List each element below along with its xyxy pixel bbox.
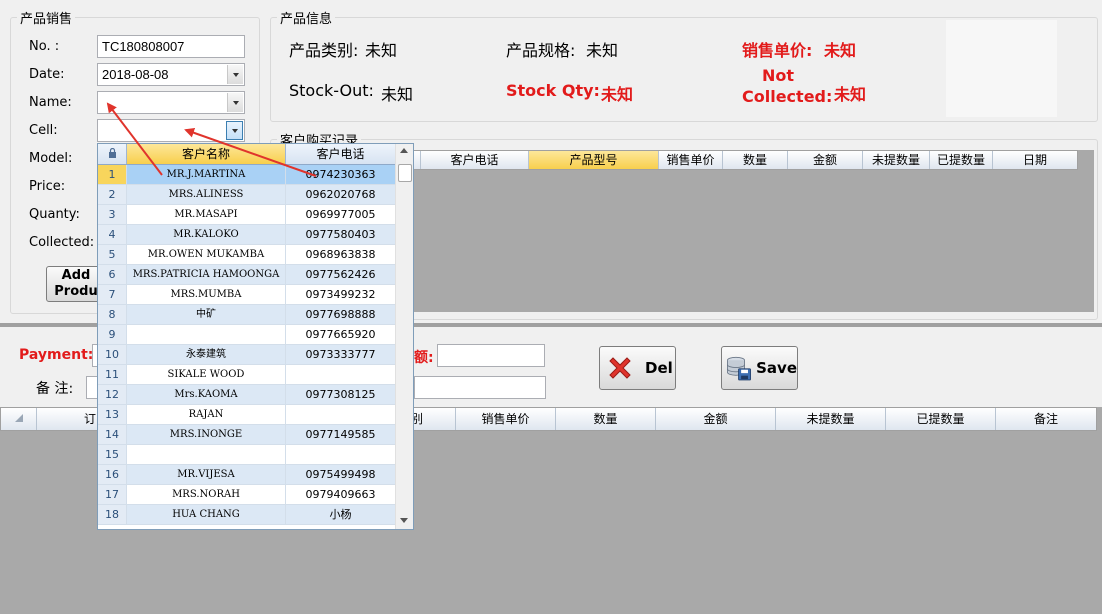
annotation-arrow-cell bbox=[184, 127, 317, 177]
annotation-arrows bbox=[106, 102, 317, 177]
annotation-arrow-name bbox=[106, 102, 163, 176]
